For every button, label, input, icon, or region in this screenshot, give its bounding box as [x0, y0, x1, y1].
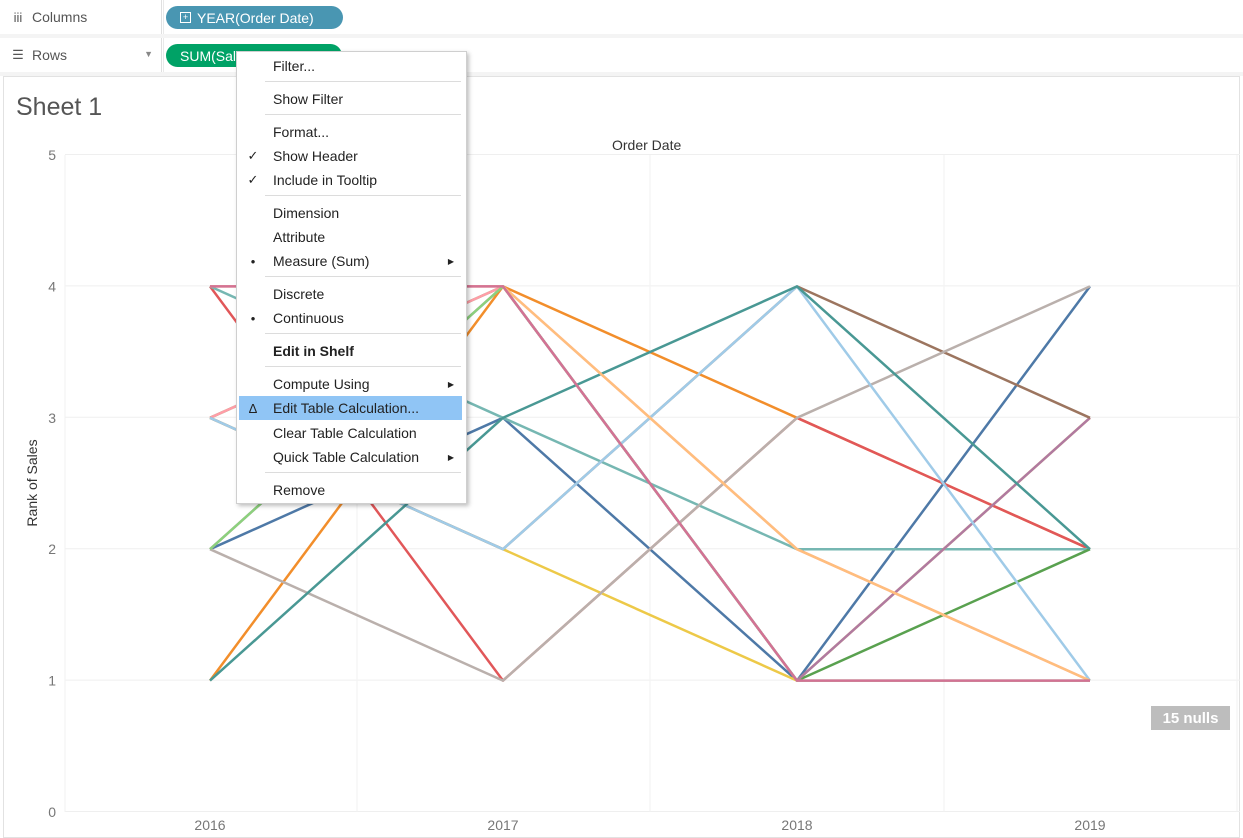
- submenu-arrow-icon: ▶: [447, 452, 454, 462]
- nulls-badge[interactable]: 15 nulls: [1151, 706, 1230, 730]
- menu-item-attribute[interactable]: Attribute: [237, 225, 466, 249]
- menu-item-discrete[interactable]: Discrete: [237, 282, 466, 306]
- menu-item-label: Format...: [273, 124, 330, 140]
- menu-item-format[interactable]: Format...: [237, 120, 466, 144]
- y-tick-label: 1: [48, 673, 56, 689]
- menu-divider: [265, 472, 461, 473]
- menu-divider: [265, 81, 461, 82]
- menu-item-continuous[interactable]: • Continuous: [237, 306, 466, 330]
- menu-item-dimension[interactable]: Dimension: [237, 201, 466, 225]
- menu-item-measure-sum[interactable]: • Measure (Sum) ▶: [237, 249, 466, 273]
- y-tick-label: 0: [48, 804, 56, 820]
- context-menu: Filter... Show Filter Format... ✓ Show H…: [236, 51, 467, 504]
- menu-item-label: Continuous: [273, 310, 344, 326]
- menu-item-clear-table-calculation[interactable]: Clear Table Calculation: [237, 421, 466, 445]
- menu-divider: [265, 114, 461, 115]
- check-icon: ✓: [247, 172, 259, 187]
- menu-item-label: Edit Table Calculation...: [273, 400, 420, 416]
- y-tick-label: 5: [48, 147, 56, 163]
- x-tick-label: 2018: [781, 817, 812, 833]
- menu-item-label: Include in Tooltip: [273, 172, 378, 188]
- y-tick-label: 4: [48, 278, 56, 294]
- menu-item-label: Show Header: [273, 148, 358, 164]
- check-icon: ✓: [247, 148, 259, 163]
- x-tick-label: 2019: [1074, 817, 1105, 833]
- line-chart[interactable]: 0 1 2 3 4 5 2016 2017 2018 2019 Rank of Sales: [0, 0, 1243, 838]
- menu-item-edit-table-calculation[interactable]: Δ Edit Table Calculation...: [239, 396, 462, 420]
- menu-item-label: Edit in Shelf: [273, 343, 354, 359]
- submenu-arrow-icon: ▶: [447, 379, 454, 389]
- menu-divider: [265, 276, 461, 277]
- bullet-icon: •: [250, 253, 256, 269]
- menu-item-label: Discrete: [273, 286, 325, 302]
- bullet-icon: •: [250, 310, 256, 326]
- y-axis-label: Rank of Sales: [24, 439, 40, 526]
- submenu-arrow-icon: ▶: [447, 256, 454, 266]
- menu-item-include-in-tooltip[interactable]: ✓ Include in Tooltip: [237, 168, 466, 192]
- menu-item-show-header[interactable]: ✓ Show Header: [237, 144, 466, 168]
- menu-item-label: Clear Table Calculation: [273, 425, 417, 441]
- menu-item-label: Remove: [273, 482, 326, 498]
- x-tick-label: 2017: [487, 817, 518, 833]
- menu-item-edit-in-shelf[interactable]: Edit in Shelf: [237, 339, 466, 363]
- y-tick-label: 3: [48, 410, 56, 426]
- menu-item-remove[interactable]: Remove: [237, 478, 466, 502]
- menu-item-label: Dimension: [273, 205, 340, 221]
- menu-item-label: Show Filter: [273, 91, 344, 107]
- delta-icon: Δ: [248, 400, 258, 416]
- menu-divider: [265, 333, 461, 334]
- menu-item-label: Filter...: [273, 58, 316, 74]
- menu-divider: [265, 195, 461, 196]
- menu-item-quick-table-calculation[interactable]: Quick Table Calculation ▶: [237, 445, 466, 469]
- menu-item-label: Attribute: [273, 229, 326, 245]
- menu-item-compute-using[interactable]: Compute Using ▶: [237, 372, 466, 396]
- menu-item-show-filter[interactable]: Show Filter: [237, 87, 466, 111]
- menu-item-label: Compute Using: [273, 376, 370, 392]
- menu-item-label: Quick Table Calculation: [273, 449, 420, 465]
- menu-divider: [265, 366, 461, 367]
- menu-item-label: Measure (Sum): [273, 253, 370, 269]
- x-tick-label: 2016: [194, 817, 225, 833]
- y-tick-label: 2: [48, 541, 56, 557]
- menu-item-filter[interactable]: Filter...: [237, 54, 466, 78]
